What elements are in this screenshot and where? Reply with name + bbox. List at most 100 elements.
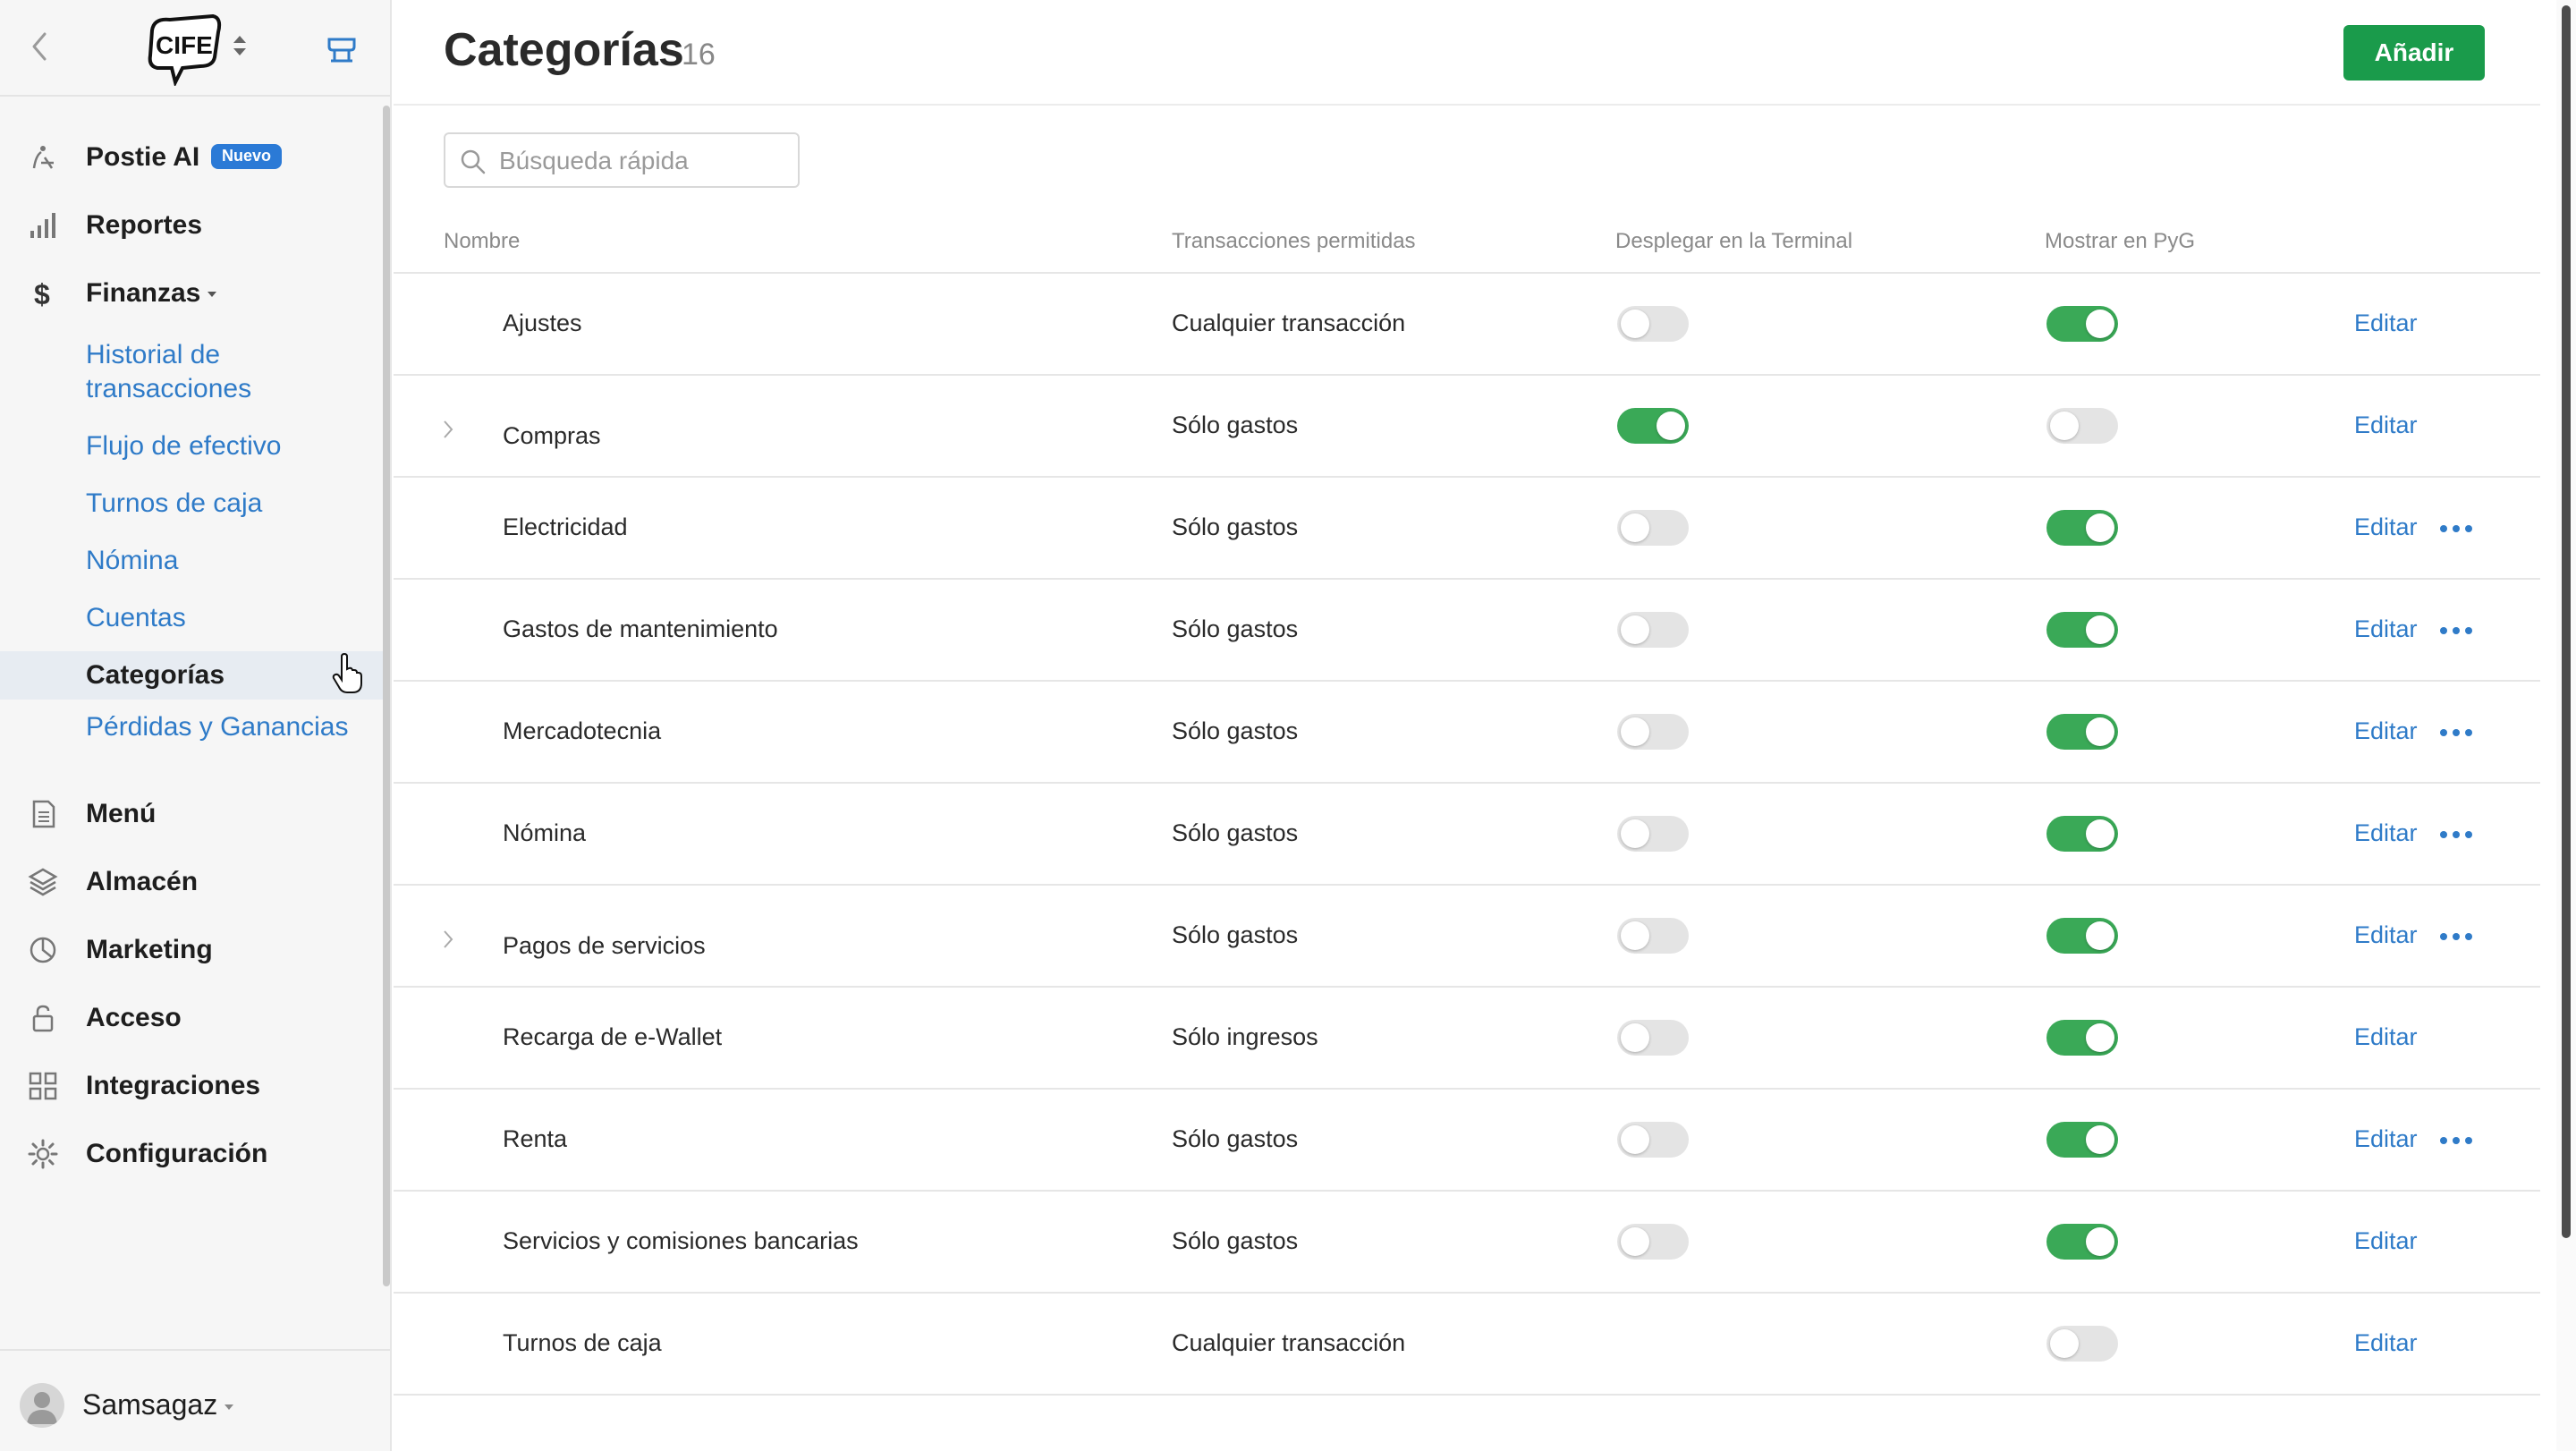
terminal-toggle[interactable] [1617,714,1689,750]
toggle-knob [1621,1125,1649,1154]
pyg-toggle[interactable] [2046,306,2118,342]
pyg-toggle[interactable] [2046,1326,2118,1362]
table-row: Recarga de e-Wallet Sólo ingresos Editar [394,988,2540,1090]
more-options-icon[interactable] [2438,829,2474,840]
table-row: Mercadotecnia Sólo gastos Editar [394,682,2540,784]
more-options-icon[interactable] [2438,625,2474,636]
toggle-knob [2050,1329,2079,1358]
pyg-toggle[interactable] [2046,408,2118,444]
terminal-toggle[interactable] [1617,510,1689,546]
sidebar: CIFE Postie AI Nuevo Reportes $ Finanzas… [0,0,392,1451]
sidebar-item-configuracion[interactable]: Configuración [0,1120,385,1188]
terminal-toggle[interactable] [1617,408,1689,444]
sidebar-scrollbar[interactable] [383,106,390,1286]
main-scrollbar[interactable] [2556,0,2576,1451]
edit-link[interactable]: Editar [2354,819,2418,847]
sidebar-item-marketing[interactable]: Marketing [0,916,385,984]
scrollbar-thumb[interactable] [2562,5,2571,1238]
more-options-icon[interactable] [2438,931,2474,942]
more-options-icon[interactable] [2438,1135,2474,1146]
add-button[interactable]: Añadir [2343,25,2485,81]
user-menu[interactable]: Samsagaz [0,1349,390,1451]
brand-logo[interactable]: CIFE [143,11,224,86]
pyg-toggle[interactable] [2046,612,2118,648]
edit-link[interactable]: Editar [2354,513,2418,541]
subnav-item-categorias[interactable]: Categorías [0,651,385,700]
table-row: Gastos de mantenimiento Sólo gastos Editar [394,580,2540,682]
more-options-icon[interactable] [2438,727,2474,738]
terminal-toggle[interactable] [1617,918,1689,954]
sidebar-item-label: Integraciones [86,1071,261,1100]
chevron-right-icon[interactable] [442,419,454,440]
edit-link[interactable]: Editar [2354,717,2418,745]
pyg-toggle[interactable] [2046,816,2118,852]
sidebar-item-finanzas[interactable]: $ Finanzas [0,259,385,327]
column-header-pyg[interactable]: Mostrar en PyG [2045,229,2195,254]
sidebar-item-integraciones[interactable]: Integraciones [0,1052,385,1120]
pyg-toggle[interactable] [2046,1122,2118,1158]
edit-link[interactable]: Editar [2354,1329,2418,1357]
categories-table: Nombre Transacciones permitidas Desplega… [394,215,2540,1396]
pyg-toggle[interactable] [2046,1020,2118,1056]
column-header-allowed[interactable]: Transacciones permitidas [1172,229,1416,254]
terminal-toggle[interactable] [1617,306,1689,342]
svg-text:$: $ [34,278,50,310]
table-header: Nombre Transacciones permitidas Desplega… [394,215,2540,274]
category-name: Renta [503,1125,568,1152]
page-header: Categorías 16 Añadir [394,0,2540,106]
sidebar-item-reportes[interactable]: Reportes [0,191,385,259]
column-header-terminal[interactable]: Desplegar en la Terminal [1615,229,1852,254]
edit-link[interactable]: Editar [2354,615,2418,643]
dot [2440,831,2447,838]
subnav-item-historial[interactable]: Historial de transacciones [0,331,251,413]
sidebar-item-label: Postie AI [86,142,200,172]
category-name: Servicios y comisiones bancarias [503,1227,859,1254]
toggle-knob [2086,1227,2114,1256]
table-row: Servicios y comisiones bancarias Sólo gas… [394,1192,2540,1294]
dot [2440,1137,2447,1144]
subnav-item-perdidas-ganancias[interactable]: Pérdidas y Ganancias [0,703,385,751]
table-row: Compras Sólo gastos Editar [394,376,2540,478]
more-options-icon[interactable] [2438,523,2474,534]
edit-link[interactable]: Editar [2354,1125,2418,1153]
edit-link[interactable]: Editar [2354,310,2418,337]
subnav-item-nomina[interactable]: Nómina [0,537,385,585]
subnav-item-flujo[interactable]: Flujo de efectivo [0,422,385,471]
allowed-transactions: Sólo gastos [1172,412,1299,438]
chevron-right-icon[interactable] [442,929,454,950]
edit-link[interactable]: Editar [2354,921,2418,949]
terminal-toggle[interactable] [1617,612,1689,648]
back-arrow-icon[interactable] [27,29,54,64]
category-name: Mercadotecnia [503,717,662,744]
sidebar-item-acceso[interactable]: Acceso [0,984,385,1052]
column-header-name[interactable]: Nombre [444,229,520,254]
subnav-item-cuentas[interactable]: Cuentas [0,594,385,642]
search-box[interactable] [444,132,800,188]
toggle-knob [2086,513,2114,542]
store-icon[interactable] [324,30,360,66]
pyg-toggle[interactable] [2046,714,2118,750]
terminal-toggle[interactable] [1617,1224,1689,1260]
search-input[interactable] [499,143,785,179]
pyg-toggle[interactable] [2046,510,2118,546]
page-title: Categorías [444,24,684,76]
gear-icon [28,1139,58,1169]
subnav-item-turnos[interactable]: Turnos de caja [0,479,385,528]
pyg-toggle[interactable] [2046,918,2118,954]
sidebar-item-menu[interactable]: Menú [0,780,385,848]
toggle-knob [1621,1227,1649,1256]
terminal-toggle[interactable] [1617,1020,1689,1056]
terminal-toggle[interactable] [1617,816,1689,852]
sidebar-item-almacen[interactable]: Almacén [0,848,385,916]
edit-link[interactable]: Editar [2354,412,2418,439]
edit-link[interactable]: Editar [2354,1227,2418,1255]
sidebar-item-postie-ai[interactable]: Postie AI Nuevo [0,123,385,191]
logo-text: CIFE [156,31,213,59]
pyg-toggle[interactable] [2046,1224,2118,1260]
sidebar-header: CIFE [0,0,390,97]
toggle-knob [2086,717,2114,746]
table-row: Nómina Sólo gastos Editar [394,784,2540,886]
location-switch-icon[interactable] [229,32,250,59]
terminal-toggle[interactable] [1617,1122,1689,1158]
edit-link[interactable]: Editar [2354,1023,2418,1051]
